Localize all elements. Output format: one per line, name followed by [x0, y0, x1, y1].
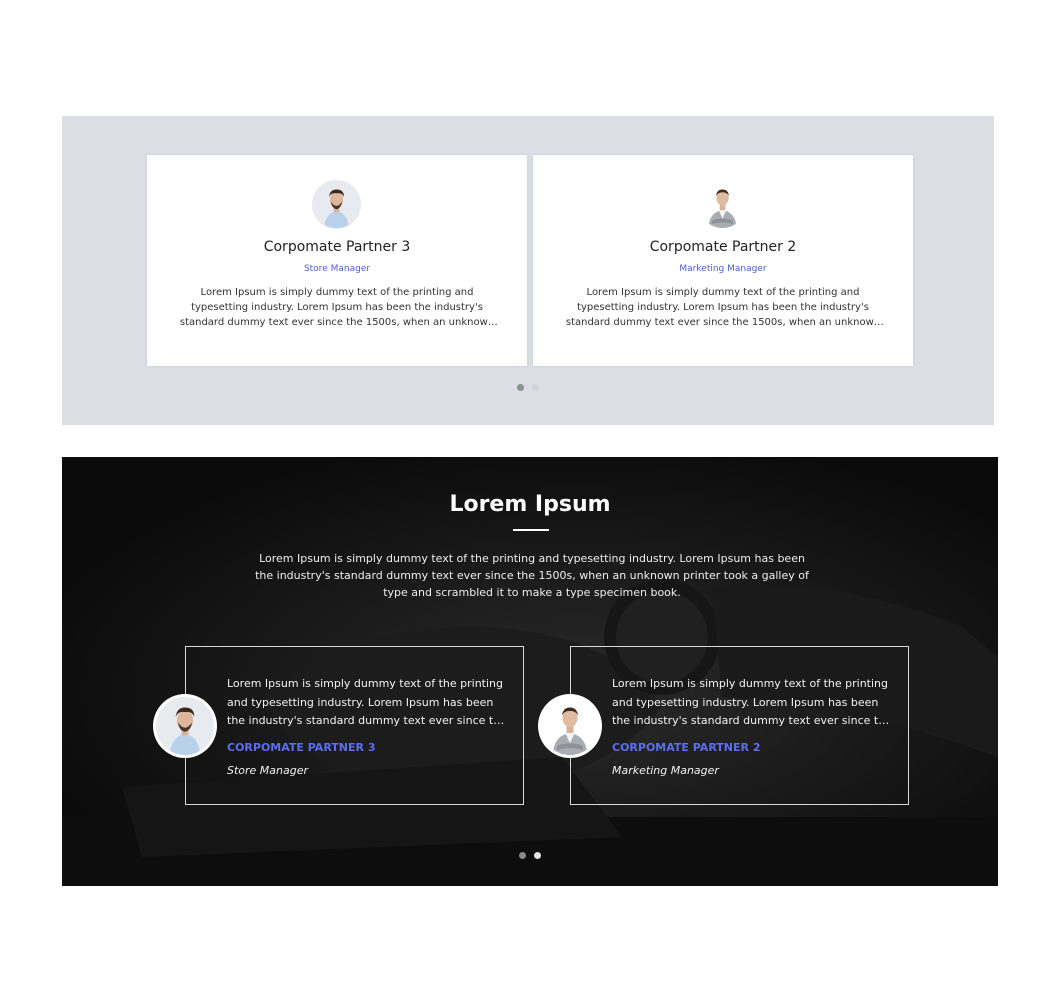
person-portrait-suit-icon: [541, 697, 599, 755]
pagination-dot-1[interactable]: [517, 384, 524, 391]
avatar: [153, 694, 217, 758]
pagination-dot-1[interactable]: [519, 852, 526, 859]
avatar: [698, 180, 747, 229]
testimonial-name[interactable]: CORPOMATE PARTNER 3: [227, 741, 375, 754]
pagination-dot-2[interactable]: [534, 852, 541, 859]
partner-description: Lorem Ipsum is simply dummy text of the …: [565, 287, 881, 328]
testimonial-text: Lorem Ipsum is simply dummy text of the …: [227, 677, 507, 727]
avatar: [312, 180, 361, 229]
section-intro: Lorem Ipsum is simply dummy text of the …: [255, 552, 809, 599]
partner-description: Lorem Ipsum is simply dummy text of the …: [179, 287, 495, 328]
testimonial-card[interactable]: Lorem Ipsum is simply dummy text of the …: [153, 646, 524, 805]
person-portrait-casual-icon: [313, 181, 360, 228]
team-card[interactable]: Corpomate Partner 2 Marketing Manager Lo…: [533, 155, 913, 366]
testimonial-pagination: [519, 844, 549, 859]
testimonial-text: Lorem Ipsum is simply dummy text of the …: [612, 677, 892, 727]
pagination-dot-2[interactable]: [532, 384, 539, 391]
slider-pagination: [517, 376, 547, 391]
testimonial-role: Marketing Manager: [612, 764, 719, 777]
team-slider-section: Corpomate Partner 3 Store Manager Lorem …: [62, 116, 994, 425]
partner-name: Corpomate Partner 2: [649, 239, 797, 255]
testimonials-section: Lorem Ipsum Lorem Ipsum is simply dummy …: [62, 457, 998, 886]
testimonial-card[interactable]: Lorem Ipsum is simply dummy text of the …: [538, 646, 909, 805]
testimonial-name[interactable]: CORPOMATE PARTNER 2: [612, 741, 760, 754]
partner-name: Corpomate Partner 3: [263, 239, 411, 255]
partner-role: Store Manager: [303, 264, 371, 274]
team-card[interactable]: Corpomate Partner 3 Store Manager Lorem …: [147, 155, 527, 366]
testimonial-role: Store Manager: [227, 764, 309, 777]
person-portrait-casual-icon: [156, 697, 214, 755]
person-portrait-suit-icon: [699, 181, 746, 228]
section-title: Lorem Ipsum: [449, 492, 611, 517]
avatar: [538, 694, 602, 758]
title-divider: [513, 529, 549, 531]
partner-role: Marketing Manager: [679, 264, 767, 274]
